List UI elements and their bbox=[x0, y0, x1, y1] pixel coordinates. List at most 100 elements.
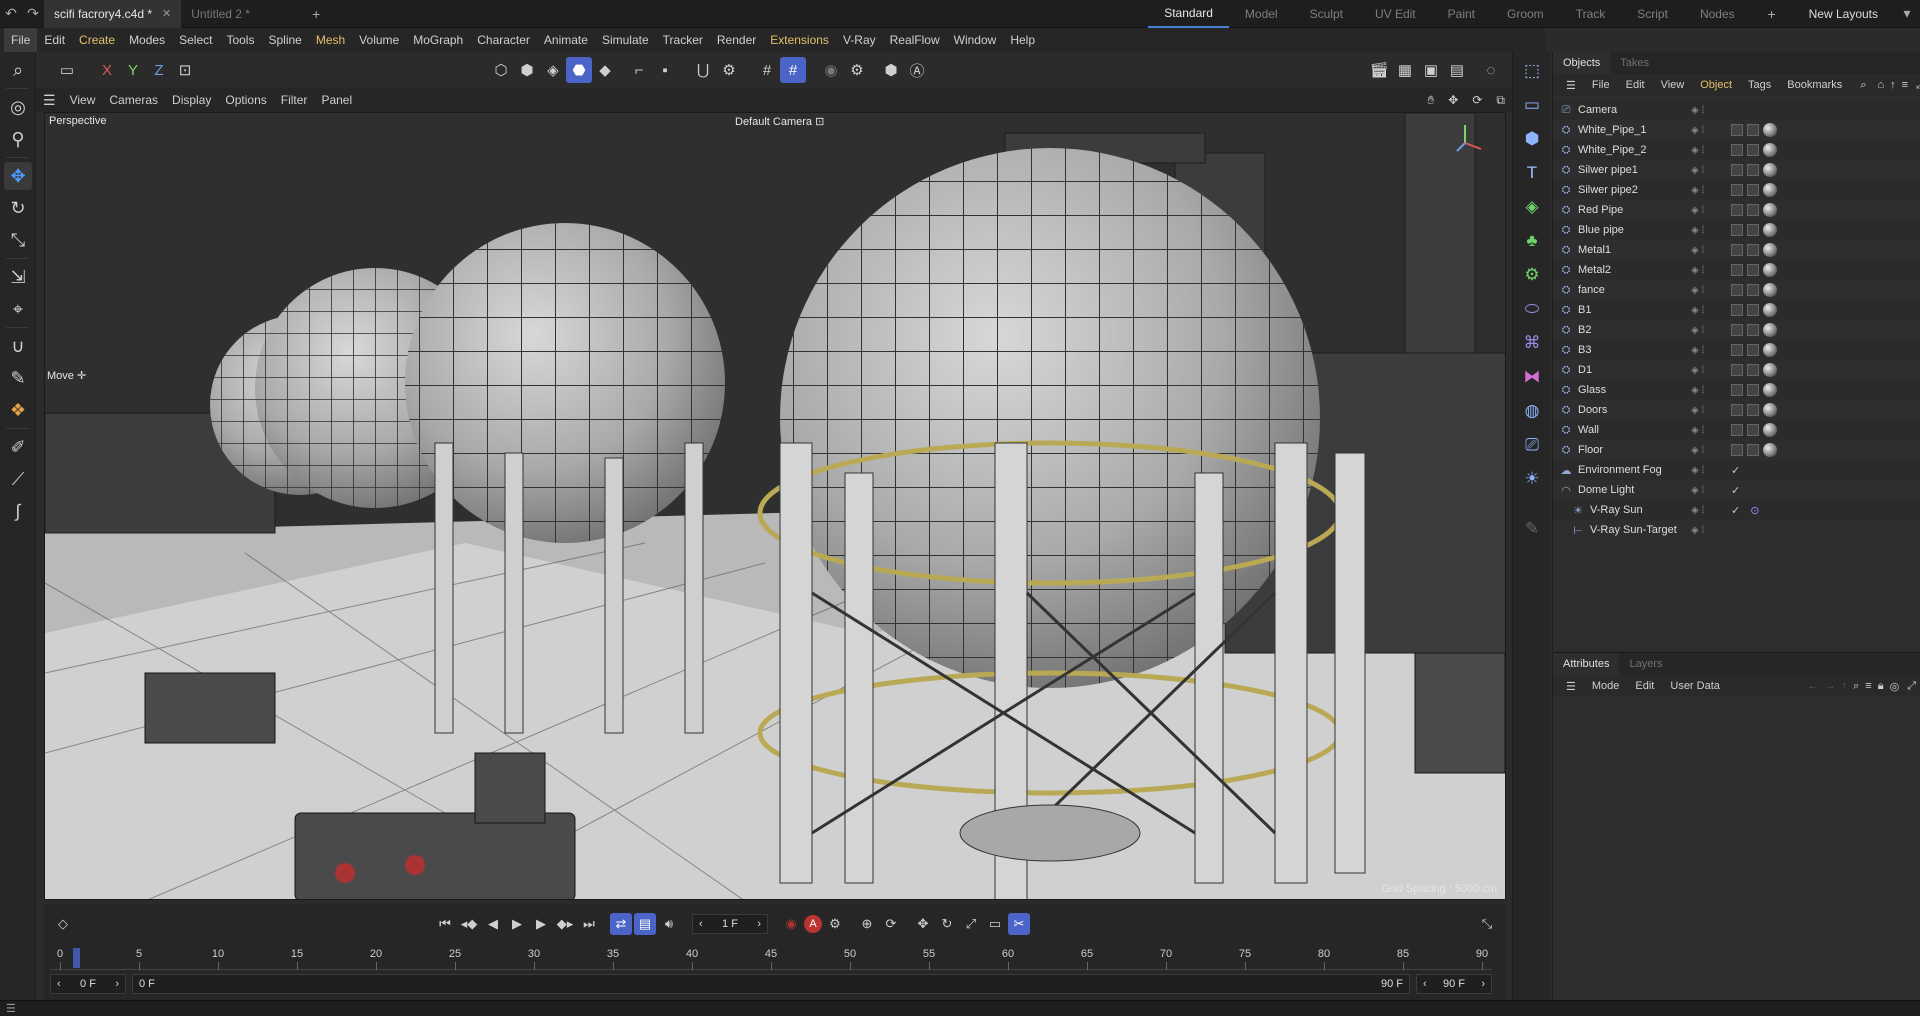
key-pla-icon[interactable]: ✂ bbox=[1008, 913, 1030, 935]
layout-tab-groom[interactable]: Groom bbox=[1491, 0, 1560, 28]
field-icon[interactable]: ⌘ bbox=[1517, 328, 1547, 358]
up-icon[interactable]: ↑ bbox=[1888, 79, 1898, 91]
uvw-tag-icon[interactable] bbox=[1731, 444, 1743, 456]
previous-key-icon[interactable]: ◂◆ bbox=[458, 913, 480, 935]
range-slider[interactable]: 0 F 90 F bbox=[132, 974, 1410, 994]
object-list-row[interactable]: ☁ Environment Fog ◈ ⁞ ✓ bbox=[1553, 460, 1920, 480]
selection-icon[interactable]: ◎ bbox=[4, 93, 32, 121]
frame-left-arrow-icon[interactable]: ‹ bbox=[699, 918, 703, 930]
menu-window[interactable]: Window bbox=[947, 28, 1004, 52]
layout-tab-sculpt[interactable]: Sculpt bbox=[1294, 0, 1359, 28]
model-mode-icon[interactable]: ▭ bbox=[54, 57, 80, 83]
menu-tools[interactable]: Tools bbox=[219, 28, 261, 52]
timeline-view-icon[interactable]: ▤ bbox=[634, 913, 656, 935]
visibility-flags[interactable]: ◈ ⁞ bbox=[1691, 125, 1704, 136]
uvw-tag-icon[interactable] bbox=[1731, 344, 1743, 356]
search-icon[interactable]: ⌕ bbox=[1851, 680, 1861, 693]
layout-tab-nodes[interactable]: Nodes bbox=[1684, 0, 1751, 28]
visibility-flags[interactable]: ◈ ⁞ bbox=[1691, 105, 1704, 116]
texture-tag-icon[interactable] bbox=[1747, 144, 1759, 156]
sound-icon[interactable]: 🔊︎ bbox=[658, 913, 680, 935]
render-region-icon[interactable]: ◉ bbox=[818, 57, 844, 83]
subdivision-icon[interactable]: ◈ bbox=[1517, 192, 1547, 222]
key-rotation-icon[interactable]: ⟳ bbox=[880, 913, 902, 935]
viewport-solo-icon[interactable]: ⬢ bbox=[878, 57, 904, 83]
forward-arrow-icon[interactable]: → bbox=[1823, 680, 1838, 692]
attributes-hamburger-icon[interactable]: ☰ bbox=[1559, 680, 1583, 693]
keyframe-diamond-icon[interactable]: ◇ bbox=[52, 913, 74, 935]
objects-menu-view[interactable]: View bbox=[1654, 79, 1692, 91]
material-tag-icon[interactable] bbox=[1763, 443, 1777, 457]
playhead[interactable] bbox=[72, 948, 80, 968]
attributes-menu-edit[interactable]: Edit bbox=[1628, 680, 1661, 692]
camera-object-icon[interactable]: ⎚ bbox=[1517, 430, 1547, 460]
new-tab-icon[interactable]: + bbox=[305, 3, 327, 25]
key-rotate-icon[interactable]: ↻ bbox=[936, 913, 958, 935]
render-picture-viewer-icon[interactable]: ▦ bbox=[1392, 57, 1418, 83]
material-tag-icon[interactable] bbox=[1763, 323, 1777, 337]
visibility-flags[interactable]: ◈ ⁞ bbox=[1691, 305, 1704, 316]
scale-tool-icon[interactable]: ⤡ bbox=[4, 226, 32, 254]
go-to-start-icon[interactable]: ⏮ bbox=[434, 913, 456, 935]
menu-simulate[interactable]: Simulate bbox=[595, 28, 656, 52]
visibility-flags[interactable]: ◈ ⁞ bbox=[1691, 145, 1704, 156]
object-list-row[interactable]: ⊢ V-Ray Sun-Target ◈ ⁞ bbox=[1553, 520, 1920, 540]
check-icon[interactable]: ✓ bbox=[1731, 484, 1740, 497]
viewport-menu-view[interactable]: View bbox=[63, 88, 103, 112]
texture-tag-icon[interactable] bbox=[1747, 244, 1759, 256]
frame-ruler[interactable]: 0 5 10 15 20 25 30 35 40 45 50 55 60 65 70 75 80 85 90 bbox=[50, 948, 1492, 970]
move-tool-icon[interactable]: ✥ bbox=[4, 162, 32, 190]
material-tag-icon[interactable] bbox=[1763, 263, 1777, 277]
cloner-icon[interactable]: ♣ bbox=[1517, 226, 1547, 256]
texture-tag-icon[interactable] bbox=[1747, 264, 1759, 276]
visibility-flags[interactable]: ◈ ⁞ bbox=[1691, 505, 1704, 516]
redo-icon[interactable]: ↷ bbox=[22, 3, 44, 25]
material-tag-icon[interactable] bbox=[1763, 363, 1777, 377]
object-list-row[interactable]: ⛭ Glass ◈ ⁞ bbox=[1553, 380, 1920, 400]
brush-select-icon[interactable]: ✎ bbox=[4, 364, 32, 392]
document-tab-1[interactable]: scifi facrory4.c4d * ✕ bbox=[44, 0, 182, 28]
pen-tool-icon[interactable]: ✎ bbox=[1517, 514, 1547, 544]
frame-right-arrow-icon[interactable]: › bbox=[1481, 978, 1485, 990]
objects-menu-file[interactable]: File bbox=[1585, 79, 1617, 91]
axis-mode-icon[interactable]: ▪ bbox=[652, 57, 678, 83]
environment-icon[interactable]: ◍ bbox=[1517, 396, 1547, 426]
viewport-menu-filter[interactable]: Filter bbox=[274, 88, 315, 112]
layout-tab-track[interactable]: Track bbox=[1560, 0, 1622, 28]
layout-tab-standard[interactable]: Standard bbox=[1148, 0, 1229, 28]
viewport-projection-label[interactable]: Perspective bbox=[49, 115, 106, 127]
menu-create[interactable]: Create bbox=[72, 28, 122, 52]
material-tag-icon[interactable] bbox=[1763, 283, 1777, 297]
axis-y-toggle[interactable]: Y bbox=[120, 57, 146, 83]
menu-help[interactable]: Help bbox=[1003, 28, 1042, 52]
home-icon[interactable]: ⌂ bbox=[1875, 79, 1886, 91]
menu-spline[interactable]: Spline bbox=[261, 28, 308, 52]
snap-icon[interactable]: ⋃ bbox=[690, 57, 716, 83]
frame-left-arrow-icon[interactable]: ‹ bbox=[57, 978, 61, 990]
viewport-camera-label[interactable]: Default Camera ⊡ bbox=[735, 115, 824, 128]
uvw-tag-icon[interactable] bbox=[1731, 264, 1743, 276]
material-tag-icon[interactable] bbox=[1763, 303, 1777, 317]
workplane-icon[interactable]: ⌐ bbox=[626, 57, 652, 83]
spline-pen-icon[interactable]: ∫ bbox=[4, 497, 32, 525]
visibility-flags[interactable]: ◈ ⁞ bbox=[1691, 465, 1704, 476]
rotate-tool-icon[interactable]: ↻ bbox=[4, 194, 32, 222]
pan-icon[interactable]: ✋︎ bbox=[1420, 88, 1441, 112]
texture-tag-icon[interactable] bbox=[1747, 304, 1759, 316]
object-list-row[interactable]: ⛭ Metal2 ◈ ⁞ bbox=[1553, 260, 1920, 280]
add-layout-icon[interactable]: + bbox=[1761, 3, 1783, 25]
check-icon[interactable]: ✓ bbox=[1731, 464, 1740, 477]
object-list-row[interactable]: ⛭ Floor ◈ ⁞ bbox=[1553, 440, 1920, 460]
visibility-flags[interactable]: ◈ ⁞ bbox=[1691, 425, 1704, 436]
render-settings-2-icon[interactable]: ▤ bbox=[1444, 57, 1470, 83]
visibility-flags[interactable]: ◈ ⁞ bbox=[1691, 345, 1704, 356]
edges-mode-icon[interactable]: ⬢ bbox=[514, 57, 540, 83]
menu-realflow[interactable]: RealFlow bbox=[883, 28, 947, 52]
timeline-expand-icon[interactable]: ⤡ bbox=[1476, 913, 1498, 935]
object-list-row[interactable]: ◠ Dome Light ◈ ⁞ ✓ bbox=[1553, 480, 1920, 500]
undo-icon[interactable]: ↶ bbox=[0, 3, 22, 25]
menu-tracker[interactable]: Tracker bbox=[656, 28, 710, 52]
texture-tag-icon[interactable] bbox=[1747, 284, 1759, 296]
next-frame-icon[interactable]: ▶︎ bbox=[530, 913, 552, 935]
go-to-end-icon[interactable]: ⏭ bbox=[578, 913, 600, 935]
